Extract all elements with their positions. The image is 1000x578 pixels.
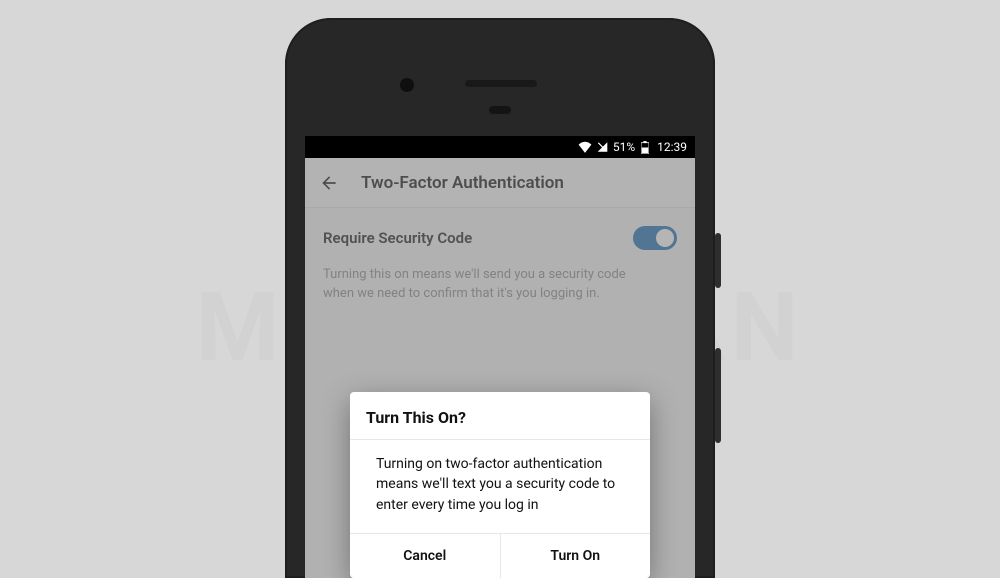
dialog-body: Turning on two-factor authentication mea… <box>350 440 650 533</box>
wifi-icon <box>578 141 592 153</box>
dialog-title: Turn This On? <box>350 392 650 440</box>
phone-screen: 51% 12:39 Two-Factor Authentication Requ… <box>305 136 695 578</box>
status-time: 12:39 <box>657 140 687 154</box>
cancel-button[interactable]: Cancel <box>350 534 500 578</box>
status-bar: 51% 12:39 <box>305 136 695 158</box>
phone-camera <box>400 78 414 92</box>
battery-percent: 51% <box>613 140 635 154</box>
confirm-dialog: Turn This On? Turning on two-factor auth… <box>350 392 650 578</box>
battery-icon <box>639 141 649 154</box>
phone-frame: 51% 12:39 Two-Factor Authentication Requ… <box>285 18 715 578</box>
cell-signal-icon <box>596 141 609 153</box>
phone-speaker <box>465 80 537 87</box>
dialog-actions: Cancel Turn On <box>350 533 650 578</box>
phone-sensor <box>489 106 511 114</box>
turn-on-button[interactable]: Turn On <box>500 534 651 578</box>
